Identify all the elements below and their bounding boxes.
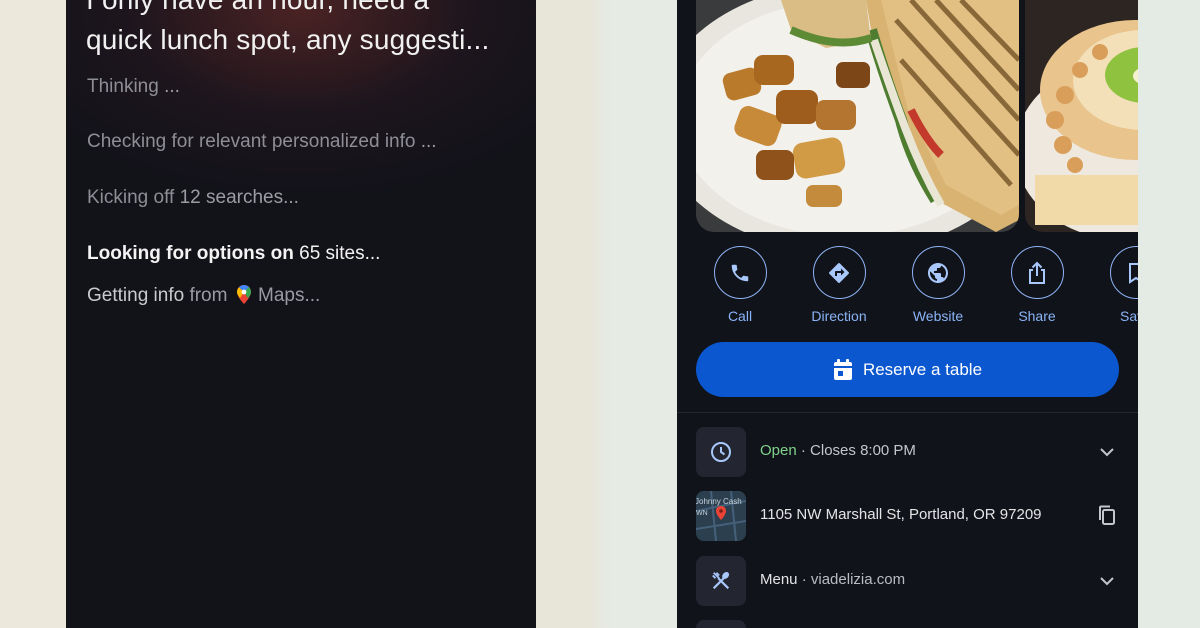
next-row-icon bbox=[696, 620, 746, 628]
open-status: Open bbox=[760, 442, 797, 459]
clock-icon bbox=[711, 442, 731, 462]
step-source: Maps... bbox=[258, 285, 321, 306]
step-sites: Looking for options on 65 sites... bbox=[87, 243, 380, 265]
website-label: Website bbox=[912, 308, 964, 324]
address-text: 1105 NW Marshall St, Portland, OR 97209 bbox=[760, 506, 1042, 523]
step-personalized: Checking for relevant personalized info … bbox=[87, 131, 437, 153]
step-detail: 12 searches... bbox=[179, 187, 299, 208]
step-thinking: Thinking ... bbox=[87, 76, 180, 98]
maps-pin-icon bbox=[236, 285, 251, 310]
menu-website[interactable]: viadelizia.com bbox=[811, 571, 905, 588]
direction-label: Direction bbox=[811, 308, 867, 324]
cake-photo[interactable] bbox=[1025, 0, 1138, 232]
phone-icon bbox=[731, 264, 749, 281]
step-searches: Kicking off 12 searches... bbox=[87, 187, 299, 209]
hours-row[interactable]: Open · Closes 8:00 PM bbox=[696, 427, 1119, 477]
call-label: Call bbox=[727, 308, 753, 324]
directions-icon bbox=[829, 262, 849, 283]
menu-separator: · bbox=[801, 571, 807, 588]
reserve-label: Reserve a table bbox=[862, 359, 983, 379]
maps-place-sheet: Call Direction Website Share Save bbox=[677, 0, 1138, 628]
save-button[interactable]: Save bbox=[1088, 246, 1138, 324]
address-row[interactable]: Johnny Cash WN 1105 NW Marshall St, Port… bbox=[696, 491, 1119, 541]
divider bbox=[677, 412, 1138, 413]
chevron-down-icon[interactable] bbox=[1095, 440, 1119, 464]
assistant-screen: I only have an hour, need a quick lunch … bbox=[66, 0, 536, 628]
share-label: Share bbox=[1018, 308, 1056, 324]
map-thumb-label: Johnny Cash bbox=[696, 497, 742, 506]
photo-carousel[interactable] bbox=[696, 0, 1138, 232]
hours-separator: · bbox=[800, 442, 806, 459]
share-button[interactable]: Share bbox=[989, 246, 1085, 324]
query-line-2: quick lunch spot, any suggesti... bbox=[86, 24, 490, 55]
step-label: Thinking bbox=[87, 76, 159, 97]
bookmark-icon bbox=[1129, 262, 1138, 284]
user-query: I only have an hour, need a quick lunch … bbox=[86, 0, 526, 60]
share-icon bbox=[1029, 261, 1045, 284]
hours-text: Open · Closes 8:00 PM bbox=[760, 442, 916, 459]
step-label: Checking for relevant personalized info bbox=[87, 131, 416, 152]
step-label: Kicking off bbox=[87, 187, 175, 208]
map-thumb-label-2: WN bbox=[696, 510, 708, 517]
calendar-icon bbox=[833, 358, 852, 380]
step-from: from bbox=[189, 285, 228, 306]
map-thumbnail: Johnny Cash WN bbox=[696, 491, 746, 541]
sandwich-photo[interactable] bbox=[696, 0, 1019, 232]
menu-row[interactable]: Menu · viadelizia.com bbox=[696, 556, 1119, 606]
direction-button[interactable]: Direction bbox=[791, 246, 887, 324]
closing-time: Closes 8:00 PM bbox=[810, 442, 916, 459]
reserve-table-button[interactable]: Reserve a table bbox=[696, 342, 1119, 397]
chevron-down-icon[interactable] bbox=[1095, 569, 1119, 593]
utensils-icon bbox=[712, 572, 730, 590]
step-detail: ... bbox=[420, 131, 437, 152]
menu-text: Menu · viadelizia.com bbox=[760, 571, 905, 588]
step-detail: ... bbox=[164, 76, 180, 97]
step-label: Looking for options on bbox=[87, 243, 294, 264]
step-detail: 65 sites... bbox=[299, 243, 381, 264]
query-line-1: I only have an hour, need a bbox=[86, 0, 526, 20]
website-button[interactable]: Website bbox=[890, 246, 986, 324]
step-maps: Getting info from Maps... bbox=[87, 285, 320, 310]
step-label: Getting info bbox=[87, 285, 185, 306]
globe-icon bbox=[928, 262, 948, 283]
menu-label: Menu bbox=[760, 571, 798, 588]
copy-icon[interactable] bbox=[1095, 504, 1119, 528]
save-label: Save bbox=[1120, 308, 1138, 324]
call-button[interactable]: Call bbox=[692, 246, 788, 324]
